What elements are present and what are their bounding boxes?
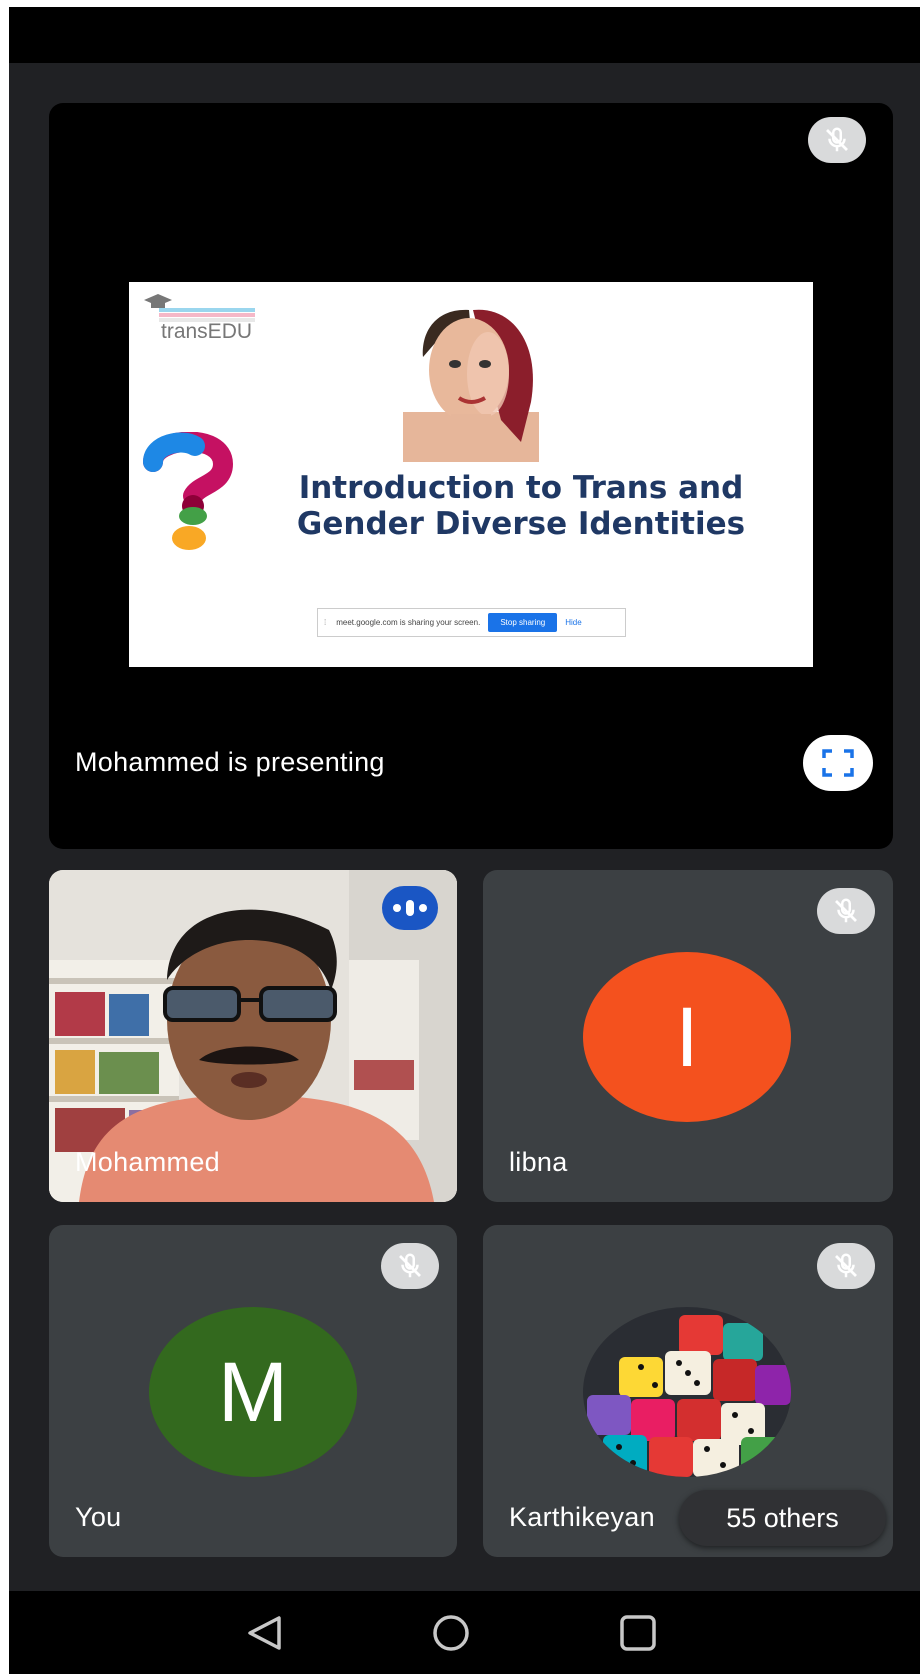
avatar-letter: M (218, 1344, 288, 1439)
audio-level-icon (419, 904, 427, 912)
mic-off-icon (835, 1253, 857, 1278)
status-bar (9, 7, 920, 63)
avatar-letter: I (675, 989, 699, 1084)
recents-icon[interactable] (618, 1613, 658, 1653)
dice-avatar-photo (583, 1307, 791, 1477)
slide-title-line2: Gender Diverse Identities (296, 506, 746, 542)
avatar: I (583, 952, 791, 1122)
presenter-label: Mohammed is presenting (75, 747, 385, 777)
avatar: M (149, 1307, 357, 1477)
home-icon[interactable] (431, 1613, 471, 1653)
audio-level-icon (406, 900, 414, 916)
participant-name: libna (509, 1147, 568, 1177)
question-mark-graphic (143, 432, 233, 550)
screen-share-bar: ⁞ meet.google.com is sharing your screen… (317, 608, 626, 637)
participant-name: Karthikeyan (509, 1502, 655, 1532)
presenter-muted-badge (808, 117, 866, 163)
others-participants-button[interactable]: 55 others (679, 1490, 886, 1546)
back-icon[interactable] (245, 1615, 285, 1651)
speaking-indicator (382, 886, 438, 930)
participant-tile-you[interactable]: M You (49, 1225, 457, 1557)
fullscreen-icon (822, 749, 854, 777)
mic-off-icon (399, 1253, 421, 1278)
presentation-tile[interactable]: transEDU Introduction to Trans and Gende… (49, 103, 893, 849)
share-bar-text: meet.google.com is sharing your screen. (336, 618, 481, 627)
transedu-logo: transEDU (143, 292, 263, 344)
stop-sharing-button[interactable]: Stop sharing (488, 613, 558, 632)
system-navigation-bar (9, 1591, 920, 1674)
mic-off-icon (835, 898, 857, 923)
face-illustration (403, 309, 539, 462)
participant-name: You (75, 1502, 122, 1532)
participant-tile-libna[interactable]: I libna (483, 870, 893, 1202)
participant-tile-mohammed[interactable]: Mohammed (49, 870, 457, 1202)
muted-badge (381, 1243, 439, 1289)
muted-badge (817, 888, 875, 934)
slide-title: Introduction to Trans and Gender Diverse… (241, 470, 801, 542)
shared-slide: transEDU Introduction to Trans and Gende… (129, 282, 813, 667)
logo-text: transEDU (161, 320, 253, 343)
audio-level-icon (393, 904, 401, 912)
mic-off-icon (826, 127, 848, 152)
fullscreen-button[interactable] (803, 735, 873, 791)
hide-button[interactable]: Hide (565, 618, 581, 627)
meet-call-screen: transEDU Introduction to Trans and Gende… (9, 7, 920, 1674)
drag-handle-icon: ⁞ (324, 618, 327, 627)
slide-title-line1: Introduction to Trans and (298, 470, 744, 506)
muted-badge (817, 1243, 875, 1289)
participant-name: Mohammed (75, 1147, 220, 1177)
